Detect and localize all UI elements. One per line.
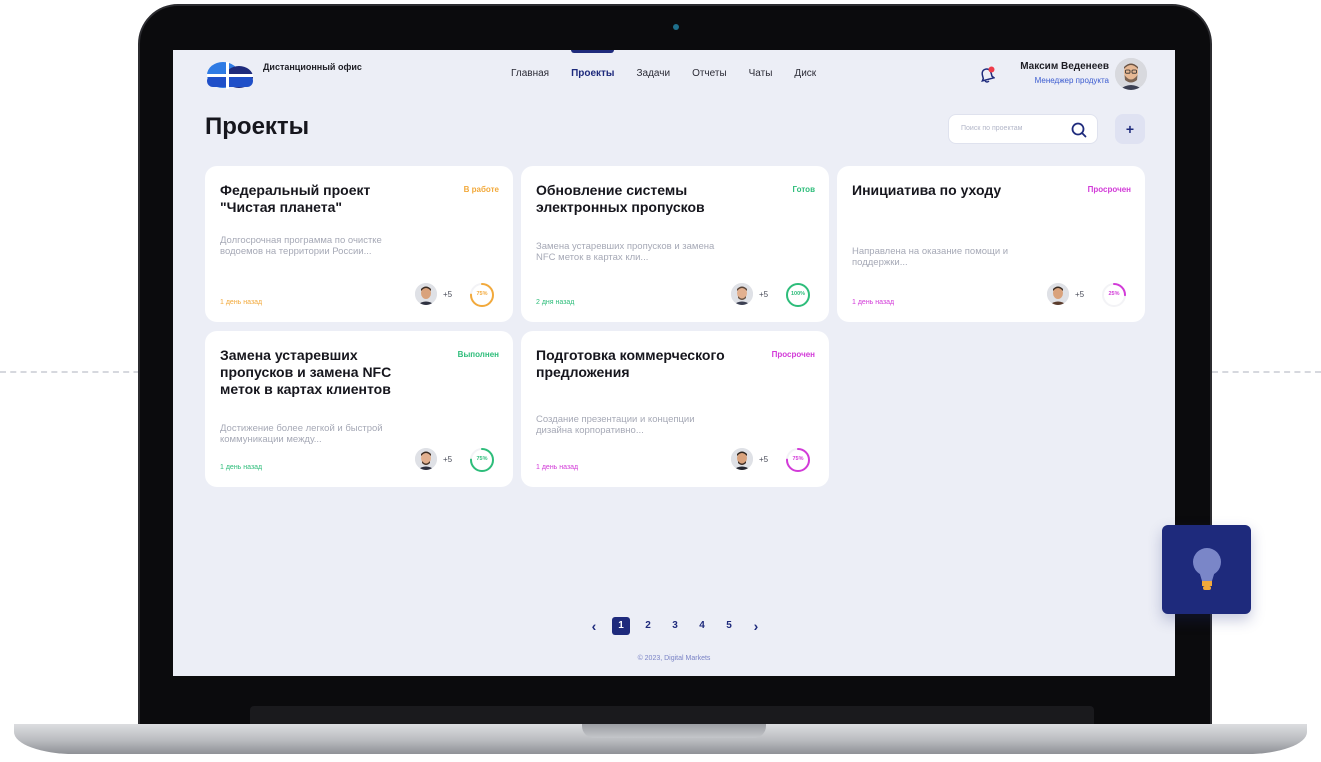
status-badge: Просрочен: [771, 350, 815, 359]
extra-members-count: +5: [1075, 290, 1085, 299]
tips-button[interactable]: [1162, 525, 1251, 614]
laptop-bezel-strip: [250, 706, 1094, 724]
pagination: ‹ 1 2 3 4 5 ›: [585, 617, 774, 635]
status-badge: В работе: [463, 185, 499, 194]
progress-label: 100%: [790, 291, 806, 297]
page-button-5[interactable]: 5: [720, 617, 738, 635]
project-card[interactable]: Инициатива по уходу Просрочен Направлена…: [837, 166, 1145, 322]
project-description: Долгосрочная программа по очистке водоем…: [220, 235, 382, 257]
search-input[interactable]: Поиск по проектам: [948, 114, 1098, 144]
progress-label: 75%: [476, 456, 488, 462]
progress-label: 75%: [476, 291, 488, 297]
project-date: 1 день назад: [852, 299, 895, 306]
project-description: Достижение более легкой и быстрой коммун…: [220, 423, 383, 445]
page-button-2[interactable]: 2: [639, 617, 657, 635]
camera-dot: [673, 24, 679, 30]
app-title: Дистанционный офис: [263, 62, 362, 72]
member-avatar: [731, 448, 753, 470]
member-avatar: [1047, 283, 1069, 305]
extra-members-count: +5: [443, 290, 453, 299]
project-date: 1 день назад: [220, 299, 263, 306]
project-card[interactable]: Подготовка коммерческого предложения Про…: [521, 331, 829, 487]
footer-copyright: © 2023, Digital Markets: [637, 655, 711, 662]
project-title[interactable]: Подготовка коммерческого предложения: [536, 347, 736, 381]
lightbulb-icon: [1193, 548, 1221, 590]
app-header: Дистанционный офис Главная Проекты Задач…: [173, 50, 1175, 100]
member-avatar: [731, 283, 753, 305]
project-description: Замена устаревших пропусков и замена NFC…: [536, 241, 715, 263]
user-avatar[interactable]: [1115, 58, 1147, 90]
project-date: 1 день назад: [220, 464, 263, 471]
status-badge: Выполнен: [457, 350, 499, 359]
nav-item-chats[interactable]: Чаты: [749, 68, 773, 79]
page-button-3[interactable]: 3: [666, 617, 684, 635]
extra-members-count: +5: [443, 455, 453, 464]
status-badge: Просрочен: [1087, 185, 1131, 194]
project-title[interactable]: Обновление системы электронных пропусков: [536, 182, 736, 216]
project-title[interactable]: Замена устаревших пропусков и замена NFC…: [220, 347, 420, 398]
app-screen: Дистанционный офис Главная Проекты Задач…: [173, 50, 1175, 676]
project-title[interactable]: Инициатива по уходу: [852, 182, 1052, 199]
search-placeholder: Поиск по проектам: [961, 125, 1023, 132]
nav-item-tasks[interactable]: Задачи: [636, 68, 670, 79]
right-dashed-rule: [1212, 371, 1321, 373]
next-page-button[interactable]: ›: [747, 617, 765, 635]
project-date: 1 день назад: [536, 464, 579, 471]
nav-item-disk[interactable]: Диск: [794, 68, 816, 79]
nav-item-projects[interactable]: Проекты: [571, 50, 615, 79]
user-role: Менеджер продукта: [1034, 76, 1109, 85]
main-nav: Главная Проекты Задачи Отчеты Чаты Диск: [511, 50, 838, 79]
page-button-4[interactable]: 4: [693, 617, 711, 635]
member-avatar: [415, 448, 437, 470]
project-description: Направлена на оказание помощи и поддержк…: [852, 246, 1009, 268]
left-dashed-rule: [0, 371, 160, 373]
user-name[interactable]: Максим Веденеев: [985, 61, 1109, 72]
project-card[interactable]: Обновление системы электронных пропусков…: [521, 166, 829, 322]
cloud-logo-icon[interactable]: [203, 60, 257, 90]
progress-label: 75%: [792, 456, 804, 462]
search-icon[interactable]: [1070, 121, 1088, 139]
stage: Дистанционный офис Главная Проекты Задач…: [0, 0, 1321, 762]
status-badge: Готов: [792, 185, 815, 194]
project-card[interactable]: Федеральный проект "Чистая планета" В ра…: [205, 166, 513, 322]
extra-members-count: +5: [759, 290, 769, 299]
page-button-1[interactable]: 1: [612, 617, 630, 635]
project-card[interactable]: Замена устаревших пропусков и замена NFC…: [205, 331, 513, 487]
page-title: Проекты: [205, 113, 310, 140]
nav-item-home[interactable]: Главная: [511, 68, 549, 79]
progress-label: 25%: [1108, 291, 1120, 297]
prev-page-button[interactable]: ‹: [585, 617, 603, 635]
add-project-button[interactable]: +: [1115, 114, 1145, 144]
project-title[interactable]: Федеральный проект "Чистая планета": [220, 182, 420, 216]
project-date: 2 дня назад: [536, 299, 575, 306]
member-avatar: [415, 283, 437, 305]
nav-item-reports[interactable]: Отчеты: [692, 68, 727, 79]
laptop-base-notch: [582, 724, 766, 738]
project-description: Создание презентации и концепции дизайна…: [536, 414, 695, 436]
extra-members-count: +5: [759, 455, 769, 464]
